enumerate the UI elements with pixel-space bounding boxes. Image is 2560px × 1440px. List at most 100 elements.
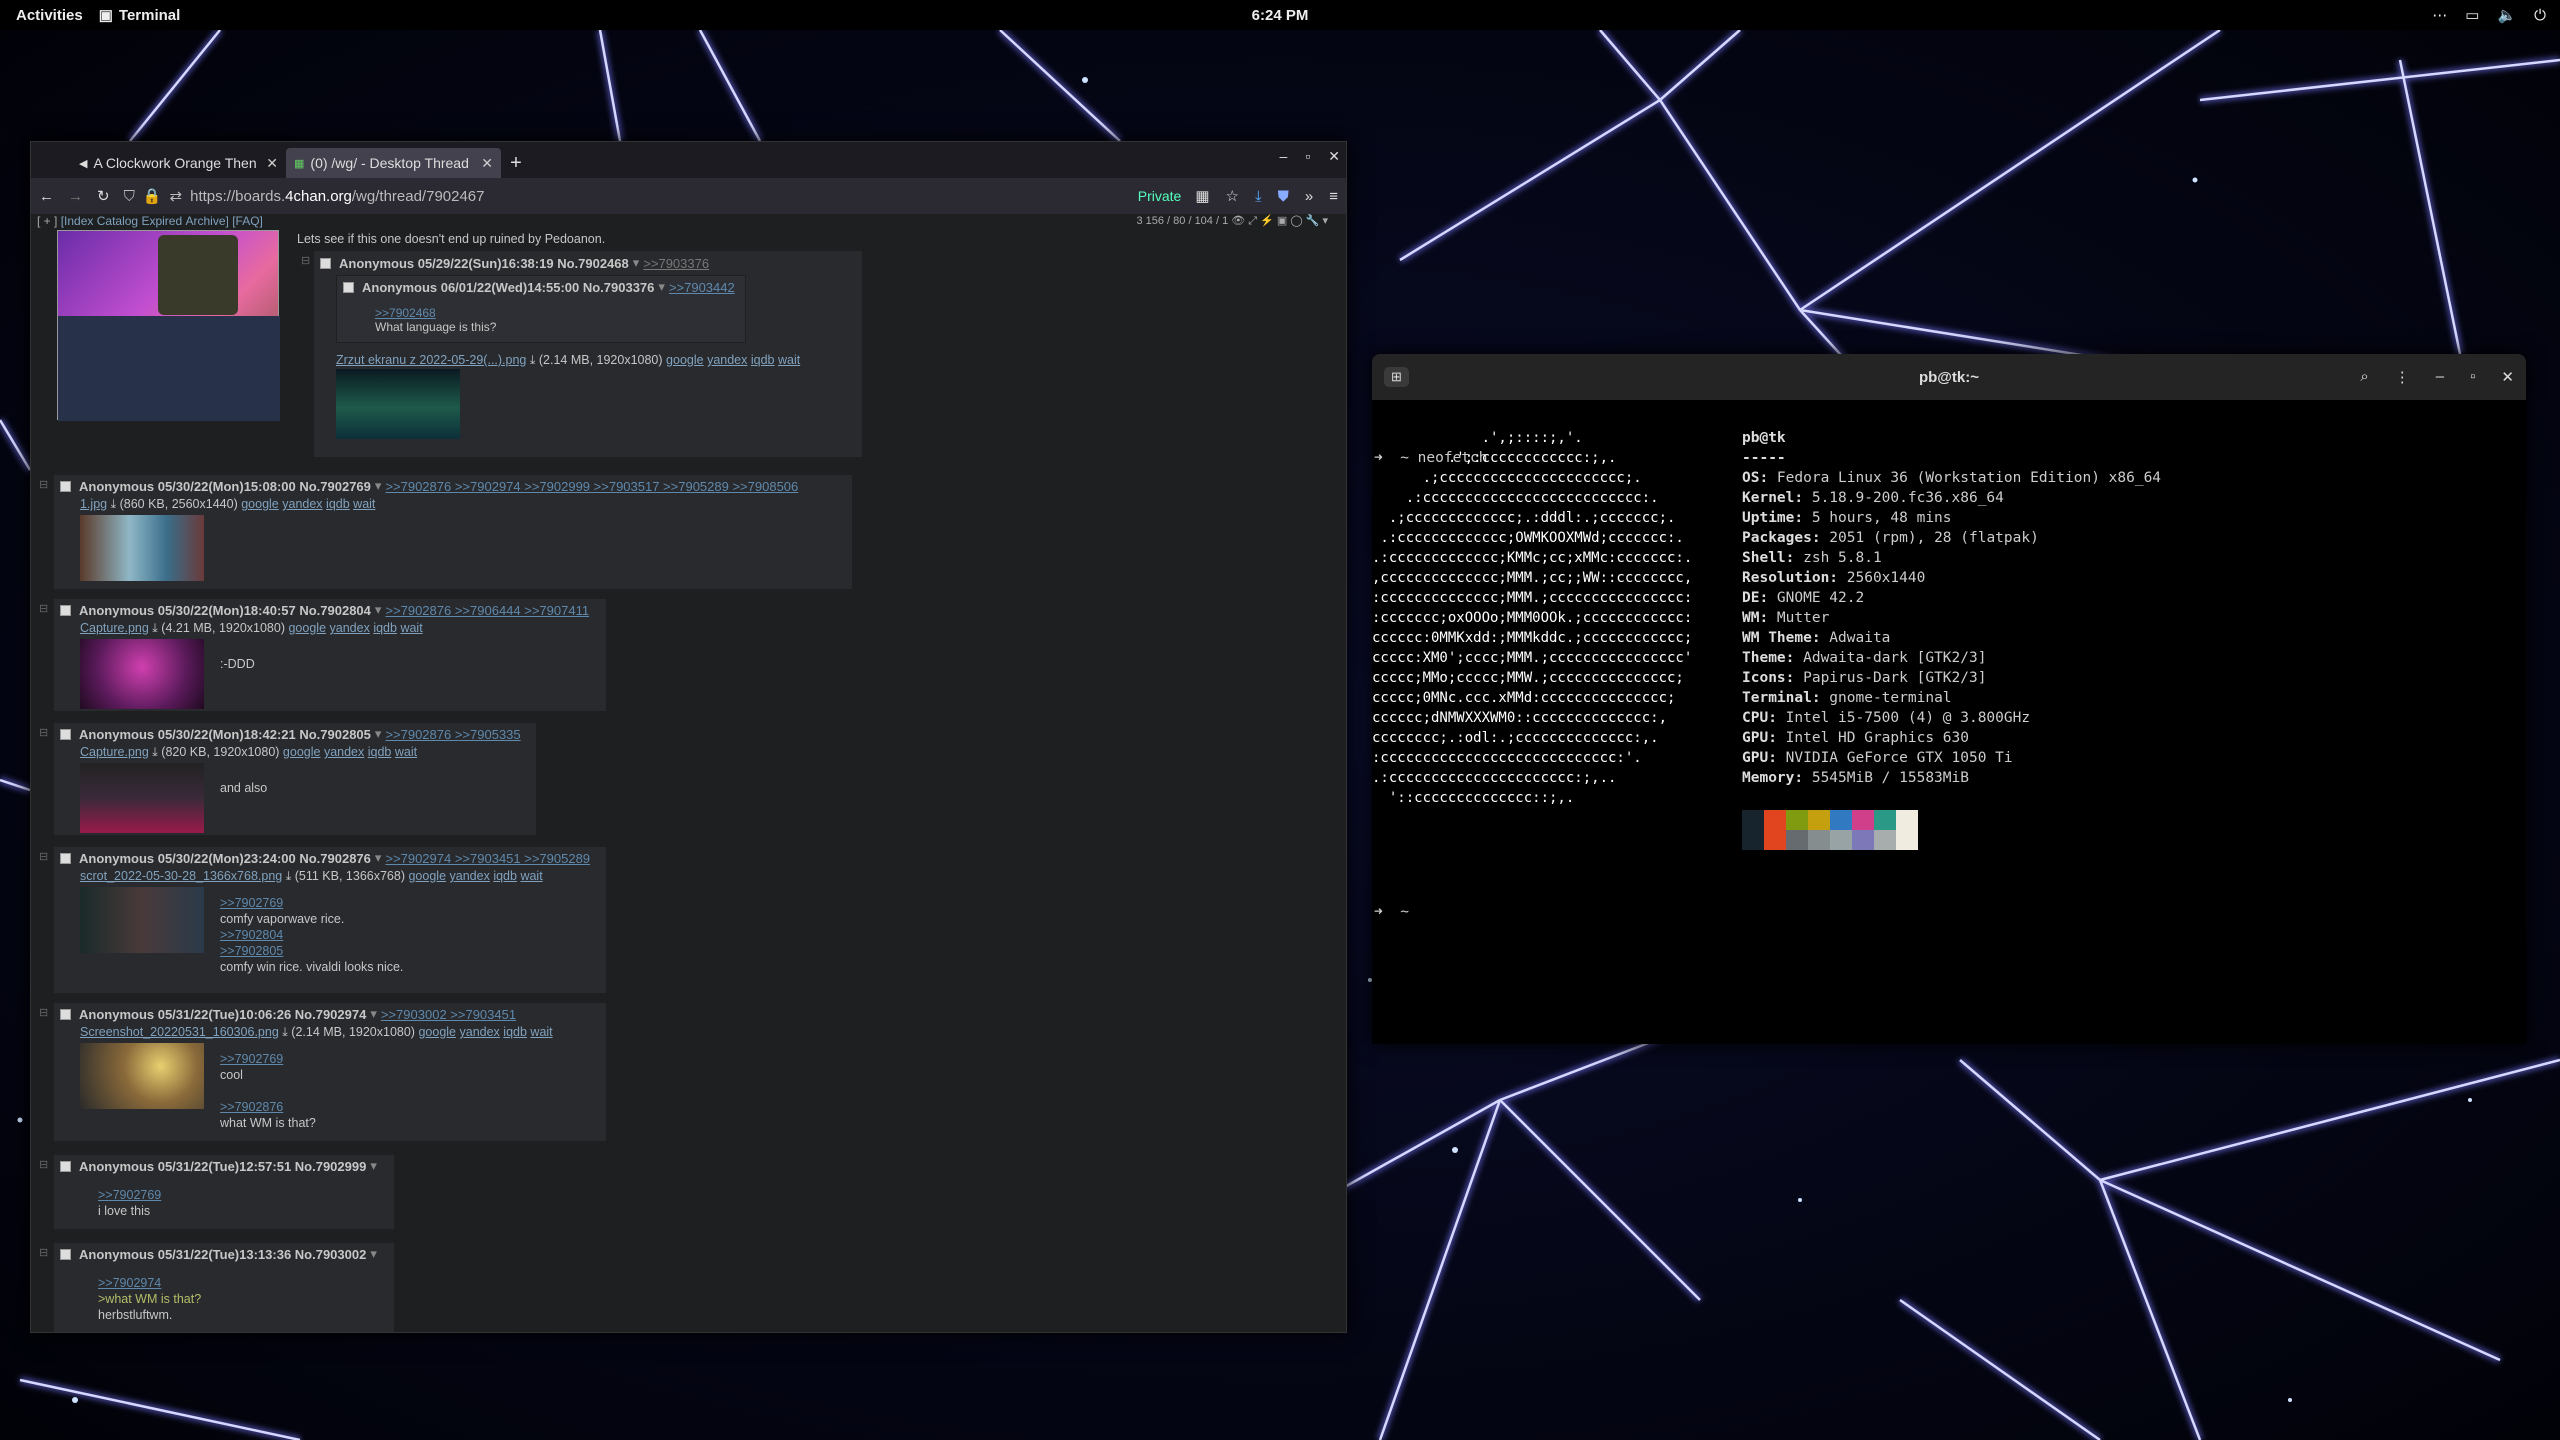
menu-icon[interactable]: ≡ — [1329, 188, 1338, 205]
search-icon[interactable]: ⌕ — [2360, 368, 2368, 386]
backlinks[interactable]: >>7903002 >>7903451 — [381, 1007, 516, 1022]
iqdb-link[interactable]: iqdb — [368, 745, 392, 759]
iqdb-link[interactable]: iqdb — [503, 1025, 527, 1039]
ublock-icon[interactable]: ⛊ — [1278, 188, 1289, 205]
wait-link[interactable]: wait — [353, 497, 375, 511]
nav-expired[interactable]: Expired — [141, 214, 182, 230]
wait-link[interactable]: wait — [400, 621, 422, 635]
google-link[interactable]: google — [241, 497, 279, 511]
minimize-icon[interactable]: – — [2436, 368, 2444, 386]
wait-link[interactable]: wait — [530, 1025, 552, 1039]
backlinks[interactable]: >>7902974 >>7903451 >>7905289 — [385, 851, 590, 866]
file-link[interactable]: 1.jpg — [80, 497, 107, 511]
file-link[interactable]: Capture.png — [80, 745, 149, 759]
iqdb-link[interactable]: iqdb — [373, 621, 397, 635]
post-checkbox[interactable] — [60, 480, 71, 492]
quote-link[interactable]: >>7902769 — [98, 1187, 394, 1203]
power-icon[interactable]: ⏻ — [2534, 7, 2546, 24]
google-link[interactable]: google — [283, 745, 321, 759]
post-checkbox[interactable] — [320, 257, 331, 269]
terminal-output[interactable]: ➜ ~ neofetch .',;::::;,'. .';:cccccccccc… — [1372, 400, 2526, 920]
post-thumbnail[interactable] — [80, 887, 204, 953]
yandex-link[interactable]: yandex — [450, 869, 490, 883]
nav-index[interactable]: [Index — [61, 214, 94, 230]
grid-icon[interactable]: ▦ — [1195, 187, 1209, 205]
display-icon[interactable]: ▭ — [2465, 6, 2479, 24]
post-checkbox[interactable] — [60, 604, 71, 616]
quote-link[interactable]: >>7902769 — [220, 1051, 316, 1067]
minimize-icon[interactable]: – — [1280, 148, 1288, 165]
file-link[interactable]: Capture.png — [80, 621, 149, 635]
backlinks[interactable]: >>7902876 >>7902974 >>7902999 >>7903517 … — [385, 479, 798, 494]
yandex-link[interactable]: yandex — [707, 353, 747, 367]
url-text[interactable]: https://boards.4chan.org/wg/thread/79024… — [190, 188, 484, 205]
back-icon[interactable]: ← — [39, 188, 54, 205]
iqdb-link[interactable]: iqdb — [751, 353, 775, 367]
more-tools-icon[interactable]: » — [1305, 188, 1313, 205]
nav-plus[interactable]: [ + ] — [37, 214, 57, 230]
yandex-link[interactable]: yandex — [324, 745, 364, 759]
quote-link[interactable]: >>7902876 — [220, 1099, 316, 1115]
nav-faq[interactable]: [FAQ] — [232, 214, 263, 230]
google-link[interactable]: google — [666, 353, 704, 367]
close-tab-icon[interactable]: ✕ — [481, 155, 493, 172]
app-menu[interactable]: ▣ Terminal — [99, 6, 181, 25]
wait-link[interactable]: wait — [778, 353, 800, 367]
iqdb-link[interactable]: iqdb — [326, 497, 350, 511]
overflow-icon[interactable]: ⋯ — [2432, 6, 2447, 24]
maximize-icon[interactable]: ▫ — [2470, 368, 2475, 386]
nav-catalog[interactable]: Catalog — [97, 214, 138, 230]
backlinks[interactable]: >>7903376 — [643, 256, 709, 271]
backlinks[interactable]: >>7903442 — [669, 280, 735, 295]
iqdb-link[interactable]: iqdb — [493, 869, 517, 883]
reload-icon[interactable]: ↻ — [97, 187, 110, 205]
activities-button[interactable]: Activities — [0, 7, 99, 24]
file-link[interactable]: scrot_2022-05-30-28_1366x768.png — [80, 869, 282, 883]
post-thumbnail[interactable] — [80, 763, 204, 833]
download-icon[interactable]: ⤓ — [1255, 188, 1262, 205]
tab-clockwork-orange[interactable]: ◀ A Clockwork Orange Then ✕ — [71, 148, 286, 178]
google-link[interactable]: google — [418, 1025, 456, 1039]
lock-icon[interactable]: 🔒 — [143, 187, 162, 205]
post-checkbox[interactable] — [343, 281, 354, 293]
post-checkbox[interactable] — [60, 1160, 71, 1172]
quote-link[interactable]: >>7902468 — [375, 306, 745, 320]
google-link[interactable]: google — [408, 869, 446, 883]
post-thumbnail[interactable] — [80, 639, 204, 709]
post-checkbox[interactable] — [60, 1248, 71, 1260]
close-icon[interactable]: ✕ — [2501, 368, 2514, 386]
backlinks[interactable]: >>7902876 >>7906444 >>7907411 — [385, 603, 589, 618]
volume-icon[interactable]: 🔈 — [2497, 6, 2516, 24]
close-icon[interactable]: ✕ — [1328, 148, 1340, 165]
quote-link[interactable]: >>7902805 — [220, 943, 403, 959]
tab-wg-thread[interactable]: ▦ (0) /wg/ - Desktop Thread ✕ — [286, 148, 501, 178]
yandex-link[interactable]: yandex — [330, 621, 370, 635]
backlinks[interactable]: >>7902876 >>7905335 — [385, 727, 520, 742]
post-checkbox[interactable] — [60, 1008, 71, 1020]
maximize-icon[interactable]: ▫ — [1305, 148, 1310, 165]
yandex-link[interactable]: yandex — [282, 497, 322, 511]
new-tab-button[interactable]: + — [501, 148, 531, 178]
op-thumbnail[interactable] — [57, 230, 280, 421]
post-thumbnail[interactable] — [336, 369, 460, 439]
quote-link[interactable]: >>7902804 — [220, 927, 403, 943]
post-checkbox[interactable] — [60, 852, 71, 864]
permissions-icon[interactable]: ⇄ — [170, 187, 183, 205]
quote-link[interactable]: >>7902974 — [98, 1275, 394, 1291]
clock[interactable]: 6:24 PM — [1240, 7, 1320, 24]
url-bar[interactable]: ⛉ 🔒 ⇄ https://boards.4chan.org/wg/thread… — [124, 187, 1124, 206]
file-link[interactable]: Screenshot_20220531_160306.png — [80, 1025, 279, 1039]
post-thumbnail[interactable] — [80, 1043, 204, 1109]
wait-link[interactable]: wait — [520, 869, 542, 883]
audio-icon[interactable]: ◀ — [79, 157, 87, 170]
forward-icon[interactable]: → — [68, 188, 83, 205]
post-thumbnail[interactable] — [80, 515, 204, 581]
nav-archive[interactable]: Archive] — [185, 214, 228, 230]
file-link[interactable]: Zrzut ekranu z 2022-05-29(...).png — [336, 353, 526, 367]
shield-icon[interactable]: ⛉ — [124, 188, 135, 205]
google-link[interactable]: google — [288, 621, 326, 635]
kebab-menu-icon[interactable]: ⋮ — [2395, 368, 2410, 386]
menu-arrow-icon[interactable]: ▾ — [633, 255, 640, 271]
bookmark-star-icon[interactable]: ☆ — [1226, 187, 1239, 205]
yandex-link[interactable]: yandex — [460, 1025, 500, 1039]
